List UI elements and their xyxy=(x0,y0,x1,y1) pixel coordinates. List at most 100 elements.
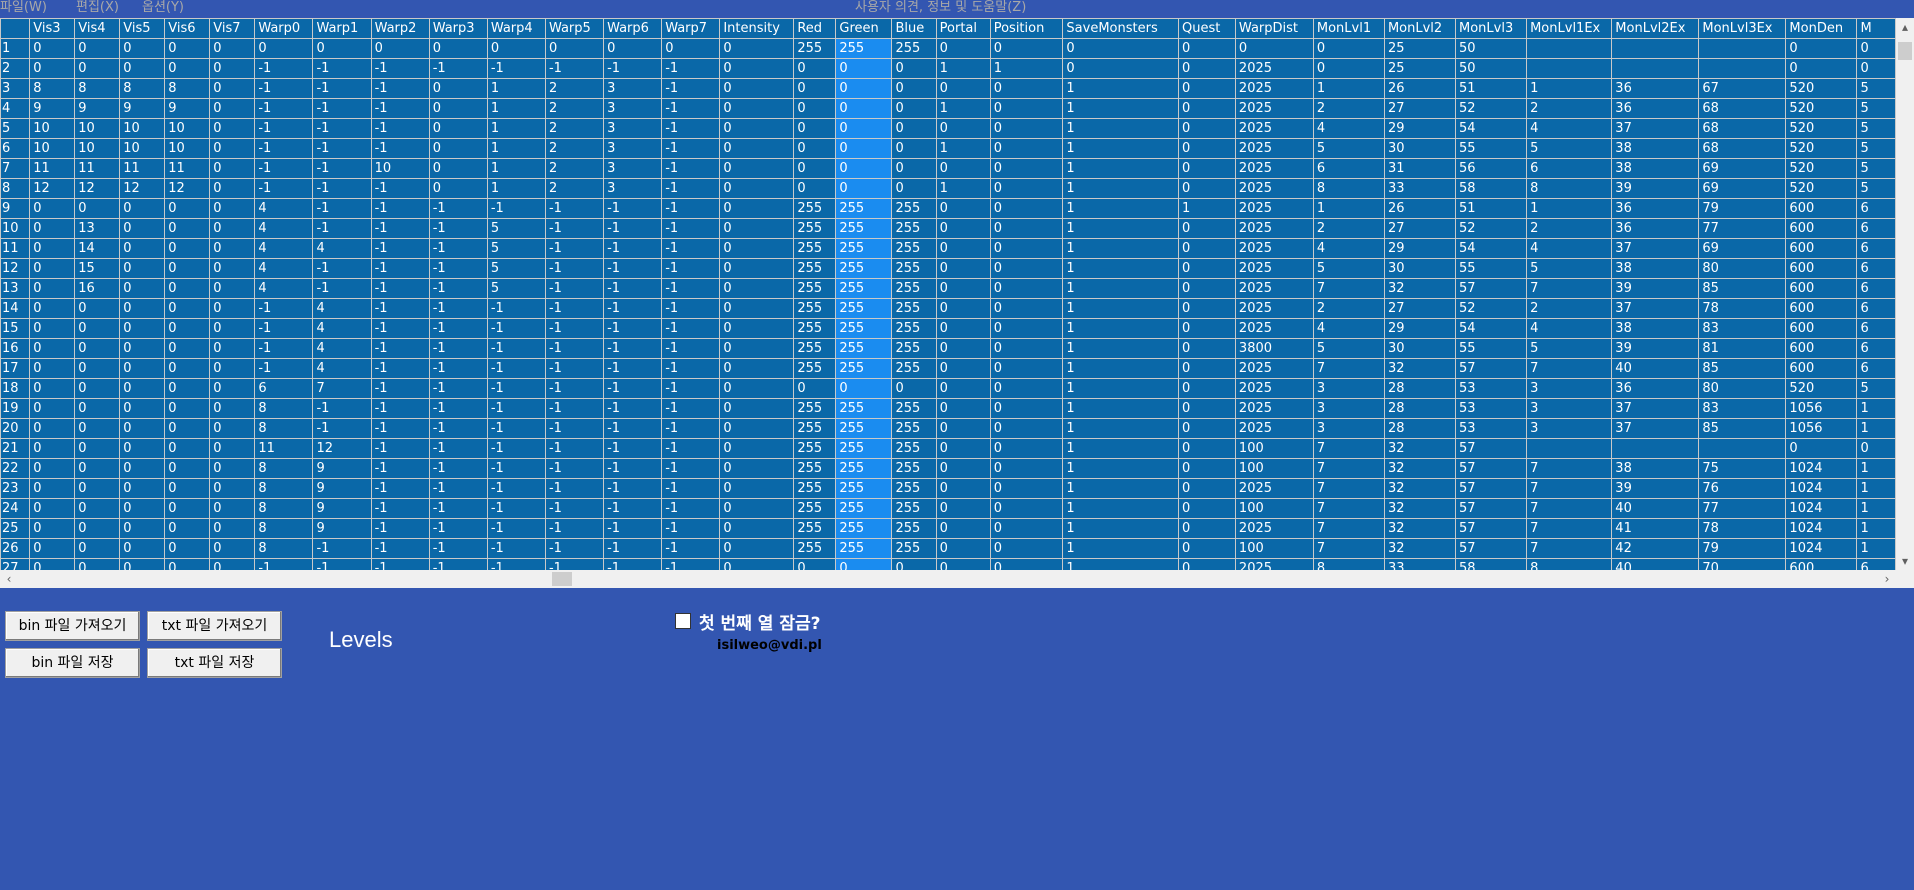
grid-cell[interactable]: -1 xyxy=(486,558,546,570)
grid-cell[interactable]: 2025 xyxy=(1234,318,1314,339)
row-header[interactable]: 10 xyxy=(0,218,31,239)
grid-cell[interactable]: -1 xyxy=(603,218,663,239)
grid-cell[interactable]: 28 xyxy=(1383,378,1457,399)
save-bin-button[interactable]: bin 파일 저장 xyxy=(5,648,140,678)
grid-cell[interactable]: 53 xyxy=(1455,398,1528,419)
grid-cell[interactable]: 2 xyxy=(544,158,605,179)
grid-cell[interactable]: 0 xyxy=(164,398,211,419)
grid-cell[interactable]: 1 xyxy=(1856,398,1896,419)
grid-cell[interactable]: 0 xyxy=(164,558,211,570)
grid-cell[interactable]: 0 xyxy=(209,418,256,439)
grid-cell[interactable]: -1 xyxy=(544,58,605,79)
grid-cell[interactable]: 0 xyxy=(793,138,837,159)
grid-cell[interactable]: 7 xyxy=(1526,458,1613,479)
grid-cell[interactable]: 58 xyxy=(1455,558,1528,570)
grid-cell[interactable]: 38 xyxy=(1611,318,1700,339)
grid-cell[interactable]: 10 xyxy=(74,118,121,139)
grid-cell[interactable]: -1 xyxy=(254,358,314,379)
grid-cell[interactable]: 69 xyxy=(1698,238,1787,259)
grid-cell[interactable]: 0 xyxy=(793,158,837,179)
grid-cell[interactable]: 2025 xyxy=(1234,218,1314,239)
grid-cell[interactable]: -1 xyxy=(370,498,430,519)
grid-cell[interactable]: 1 xyxy=(935,98,991,119)
grid-cell[interactable]: 0 xyxy=(891,158,937,179)
grid-cell[interactable]: 5 xyxy=(1856,378,1896,399)
grid-cell[interactable]: 255 xyxy=(891,458,937,479)
grid-cell[interactable]: 0 xyxy=(209,78,256,99)
column-header[interactable]: MonLvl3 xyxy=(1455,18,1528,39)
grid-cell[interactable]: 1 xyxy=(1062,238,1179,259)
grid-cell[interactable]: 4 xyxy=(1526,118,1613,139)
grid-cell[interactable]: -1 xyxy=(428,198,488,219)
grid-cell[interactable]: 2025 xyxy=(1234,378,1314,399)
grid-cell[interactable]: 0 xyxy=(1177,438,1236,459)
grid-cell[interactable]: 0 xyxy=(835,138,893,159)
grid-cell[interactable]: 255 xyxy=(835,258,893,279)
grid-cell[interactable]: 0 xyxy=(1177,458,1236,479)
grid-cell[interactable]: 7 xyxy=(1526,278,1613,299)
grid-cell[interactable]: 0 xyxy=(209,478,256,499)
grid-cell[interactable]: 0 xyxy=(209,358,256,379)
grid-cell[interactable]: 1 xyxy=(1526,78,1613,99)
grid-cell[interactable]: 0 xyxy=(719,198,795,219)
grid-cell[interactable]: 1 xyxy=(1062,98,1179,119)
grid-cell[interactable]: 0 xyxy=(74,378,121,399)
grid-cell[interactable]: 1 xyxy=(1062,338,1179,359)
grid-cell[interactable]: -1 xyxy=(370,238,430,259)
grid-cell[interactable]: 57 xyxy=(1455,478,1528,499)
grid-cell[interactable]: 0 xyxy=(209,158,256,179)
grid-cell[interactable]: 0 xyxy=(1177,558,1236,570)
grid-cell[interactable]: -1 xyxy=(312,198,372,219)
grid-cell[interactable]: 1 xyxy=(1856,498,1896,519)
row-header[interactable]: 20 xyxy=(0,418,31,439)
grid-cell[interactable]: 0 xyxy=(209,438,256,459)
grid-cell[interactable]: 2 xyxy=(1526,98,1613,119)
grid-cell[interactable]: 57 xyxy=(1455,458,1528,479)
grid-cell[interactable]: 0 xyxy=(935,358,991,379)
chevron-up-icon[interactable]: ▴ xyxy=(1896,18,1914,36)
grid-cell[interactable]: 0 xyxy=(209,118,256,139)
grid-cell[interactable]: -1 xyxy=(254,138,314,159)
grid-cell[interactable]: 1 xyxy=(1856,538,1896,559)
grid-cell[interactable]: 1 xyxy=(1062,538,1179,559)
grid-cell[interactable]: 11 xyxy=(29,158,76,179)
grid-cell[interactable]: 3 xyxy=(603,98,663,119)
grid-cell[interactable]: 1 xyxy=(1062,218,1179,239)
grid-cell[interactable]: 52 xyxy=(1455,298,1528,319)
grid-cell[interactable]: 9 xyxy=(312,458,372,479)
grid-cell[interactable]: 0 xyxy=(29,438,76,459)
row-header[interactable]: 11 xyxy=(0,238,31,259)
grid-cell[interactable]: 100 xyxy=(1234,458,1314,479)
grid-cell[interactable]: -1 xyxy=(312,98,372,119)
grid-cell[interactable]: 0 xyxy=(209,58,256,79)
grid-cell[interactable]: 255 xyxy=(835,198,893,219)
grid-cell[interactable]: 520 xyxy=(1785,78,1858,99)
grid-cell[interactable]: -1 xyxy=(603,398,663,419)
grid-cell[interactable]: 0 xyxy=(164,418,211,439)
grid-cell[interactable]: 7 xyxy=(1312,478,1385,499)
grid-cell[interactable]: -1 xyxy=(661,238,721,259)
grid-cell[interactable]: 4 xyxy=(1526,318,1613,339)
grid-cell[interactable]: 5 xyxy=(1526,338,1613,359)
row-header[interactable]: 17 xyxy=(0,358,31,379)
grid-cell[interactable]: 255 xyxy=(891,218,937,239)
row-header[interactable]: 12 xyxy=(0,258,31,279)
grid-cell[interactable]: -1 xyxy=(544,418,605,439)
grid-cell[interactable]: 100 xyxy=(1234,538,1314,559)
grid-cell[interactable]: 0 xyxy=(989,358,1064,379)
grid-cell[interactable]: 12 xyxy=(74,178,121,199)
grid-cell[interactable]: 0 xyxy=(989,258,1064,279)
grid-cell[interactable]: 0 xyxy=(1177,238,1236,259)
grid-cell[interactable]: -1 xyxy=(486,518,546,539)
grid-cell[interactable]: 4 xyxy=(1312,238,1385,259)
menu-file[interactable]: 파일(W) xyxy=(0,0,47,15)
grid-cell[interactable]: 255 xyxy=(793,198,837,219)
grid-cell[interactable]: 27 xyxy=(1383,98,1457,119)
grid-cell[interactable]: 2 xyxy=(544,138,605,159)
grid-cell[interactable]: -1 xyxy=(544,318,605,339)
grid-cell[interactable]: 0 xyxy=(428,158,488,179)
grid-cell[interactable]: 255 xyxy=(891,278,937,299)
grid-cell[interactable]: 0 xyxy=(719,418,795,439)
grid-cell[interactable]: 0 xyxy=(119,218,166,239)
grid-cell[interactable]: 10 xyxy=(74,138,121,159)
